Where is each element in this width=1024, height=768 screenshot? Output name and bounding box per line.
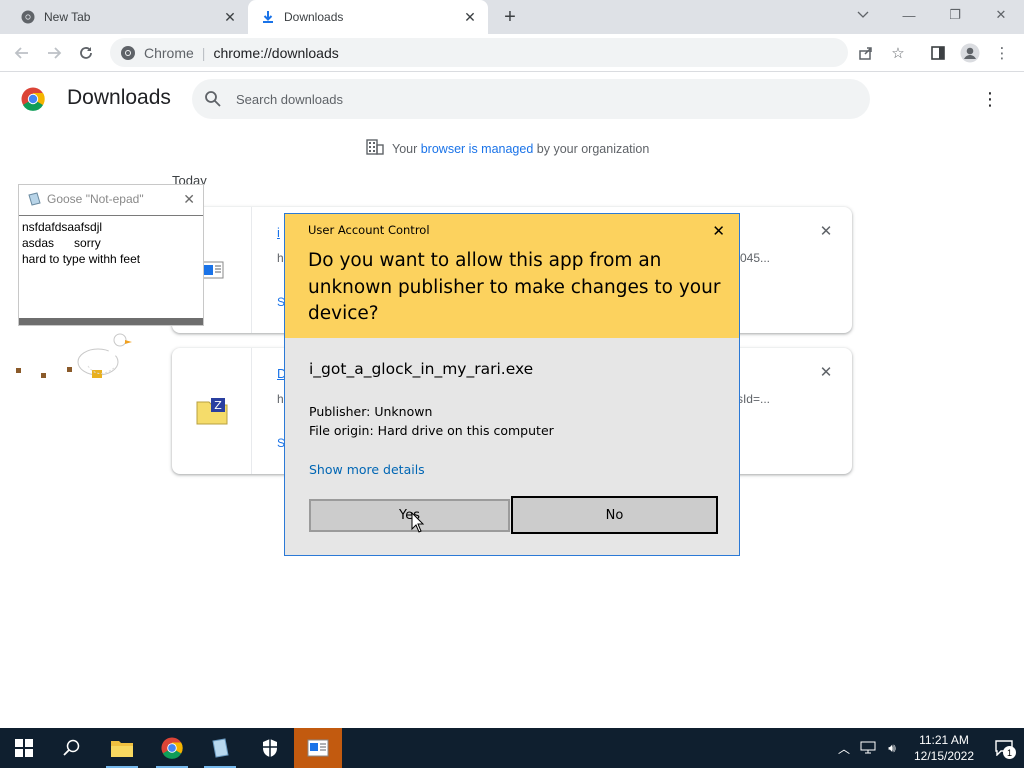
- search-placeholder: Search downloads: [236, 91, 343, 107]
- managed-notice: Your browser is managed by your organiza…: [366, 139, 649, 158]
- close-tab-icon[interactable]: ✕: [220, 7, 240, 27]
- tab-strip: New Tab ✕ Downloads ✕ + — ❐ ✕: [0, 0, 1024, 34]
- tab-search-icon[interactable]: [852, 4, 874, 26]
- uac-publisher: Publisher: Unknown: [309, 404, 433, 419]
- remove-icon[interactable]: ✕: [818, 364, 834, 381]
- restore-icon[interactable]: ❐: [932, 0, 978, 30]
- search-icon: [204, 90, 222, 108]
- uac-taskbar-icon[interactable]: [294, 728, 342, 768]
- uac-header: User Account Control ✕ Do you want to al…: [285, 214, 739, 338]
- managed-text: Your browser is managed by your organiza…: [392, 141, 650, 156]
- tab-title: New Tab: [44, 10, 91, 24]
- show-more-details-link[interactable]: Show more details: [309, 462, 425, 477]
- clock-date: 12/15/2022: [913, 749, 975, 763]
- reload-icon[interactable]: [72, 39, 100, 67]
- yes-button[interactable]: Yes: [309, 499, 510, 532]
- notepad-text[interactable]: nsfdafdsaafsdjl asdas sorry hard to type…: [19, 215, 203, 318]
- notepad-title: Goose "Not-epad": [47, 192, 144, 206]
- search-downloads-field[interactable]: Search downloads: [192, 79, 870, 119]
- site-chip: Chrome: [144, 44, 194, 61]
- download-url: h: [277, 392, 284, 406]
- download-url: h: [277, 251, 284, 265]
- window-controls: — ❐ ✕: [886, 0, 1024, 30]
- notepad-bottom-bar: [19, 318, 203, 325]
- close-icon[interactable]: ✕: [183, 191, 195, 208]
- profile-avatar-icon[interactable]: [956, 39, 984, 67]
- no-button[interactable]: No: [511, 496, 718, 534]
- close-tab-icon[interactable]: ✕: [460, 7, 480, 27]
- bookmark-star-icon[interactable]: ☆: [884, 39, 912, 67]
- url-text[interactable]: chrome://downloads: [213, 45, 338, 61]
- clock[interactable]: 11:21 AM 12/15/2022: [904, 732, 984, 764]
- address-bar[interactable]: Chrome | chrome://downloads: [110, 38, 848, 67]
- uac-dialog: User Account Control ✕ Do you want to al…: [284, 213, 740, 556]
- search-icon[interactable]: [48, 728, 96, 768]
- forward-icon[interactable]: [40, 39, 68, 67]
- managed-link[interactable]: browser is managed: [421, 142, 534, 156]
- system-tray: ︿ 🔊︎ 11:21 AM 12/15/2022 1: [832, 728, 1024, 768]
- notepad-taskbar-icon[interactable]: [196, 728, 244, 768]
- security-shield-icon[interactable]: [246, 728, 294, 768]
- chrome-logo: [21, 87, 45, 111]
- omnibox-separator: |: [201, 44, 206, 61]
- tab-title: Downloads: [284, 10, 344, 24]
- mouse-cursor-icon: [411, 511, 425, 534]
- download-filename[interactable]: i: [277, 225, 280, 240]
- uac-app-name: i_got_a_glock_in_my_rari.exe: [309, 360, 534, 378]
- minimize-icon[interactable]: —: [886, 0, 932, 30]
- close-window-icon[interactable]: ✕: [978, 0, 1024, 30]
- zip-folder-icon: Z: [172, 348, 252, 474]
- clock-time: 11:21 AM: [919, 733, 969, 747]
- uac-file-origin: File origin: Hard drive on this computer: [309, 423, 554, 438]
- taskbar: ︿ 🔊︎ 11:21 AM 12/15/2022 1: [0, 728, 1024, 768]
- building-icon: [366, 139, 384, 158]
- download-url-end: 045...: [739, 251, 770, 265]
- file-explorer-icon[interactable]: [98, 728, 146, 768]
- notepad-titlebar[interactable]: Goose "Not-epad" ✕: [19, 185, 203, 213]
- svg-text:Z: Z: [214, 399, 222, 412]
- chrome-taskbar-icon[interactable]: [148, 728, 196, 768]
- download-icon: [260, 9, 276, 25]
- notifications-icon[interactable]: 1: [984, 728, 1024, 768]
- network-icon[interactable]: [856, 740, 880, 757]
- close-icon[interactable]: ✕: [712, 222, 725, 240]
- notepad-icon: [27, 192, 41, 206]
- download-url-end: sId=...: [736, 392, 770, 406]
- goose-icon[interactable]: [74, 330, 134, 384]
- notification-badge: 1: [1003, 746, 1016, 759]
- tab-new-tab[interactable]: New Tab ✕: [8, 0, 248, 34]
- share-icon[interactable]: [852, 39, 880, 67]
- back-icon[interactable]: [8, 39, 36, 67]
- page-title: Downloads: [67, 86, 171, 109]
- goose-notepad-window[interactable]: Goose "Not-epad" ✕ nsfdafdsaafsdjl asdas…: [18, 184, 204, 326]
- volume-icon[interactable]: 🔊︎: [880, 741, 904, 756]
- uac-question: Do you want to allow this app from an un…: [308, 250, 721, 324]
- chevron-up-icon[interactable]: ︿: [832, 740, 856, 757]
- start-button[interactable]: [0, 728, 48, 768]
- side-panel-icon[interactable]: [924, 39, 952, 67]
- goose-footprints: [16, 366, 76, 380]
- uac-title: User Account Control: [308, 223, 430, 237]
- remove-icon[interactable]: ✕: [818, 223, 834, 240]
- tab-downloads[interactable]: Downloads ✕: [248, 0, 488, 34]
- browser-toolbar: Chrome | chrome://downloads ☆ ⋮: [0, 34, 1024, 72]
- new-tab-button[interactable]: +: [498, 5, 522, 29]
- downloads-menu-icon[interactable]: ⋮: [980, 88, 1000, 110]
- menu-kebab-icon[interactable]: ⋮: [988, 39, 1016, 67]
- chrome-icon: [20, 9, 36, 25]
- chrome-icon: [120, 45, 136, 61]
